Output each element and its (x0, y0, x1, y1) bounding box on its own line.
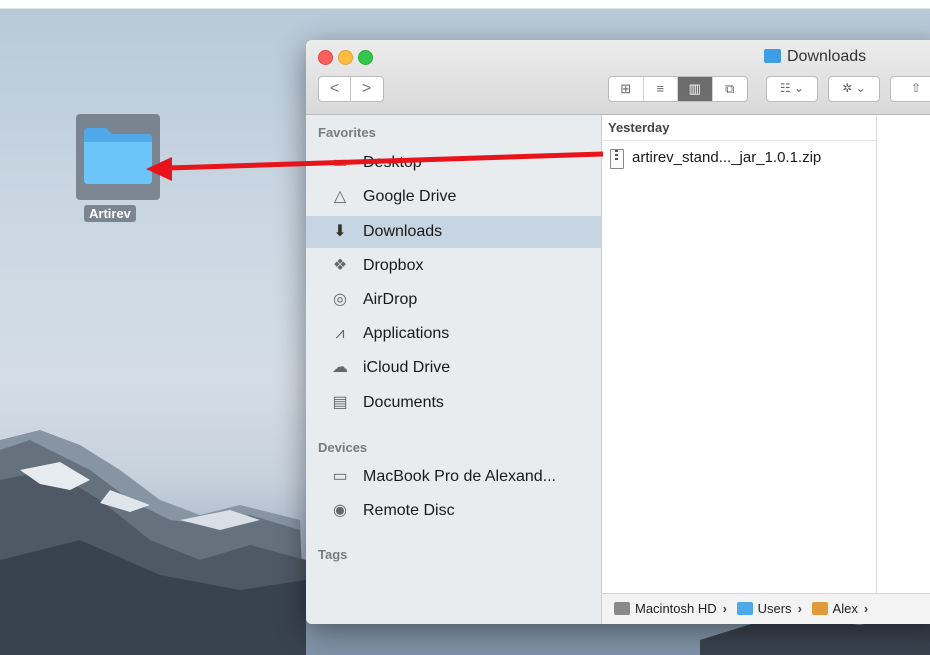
drag-arrow (146, 151, 604, 181)
